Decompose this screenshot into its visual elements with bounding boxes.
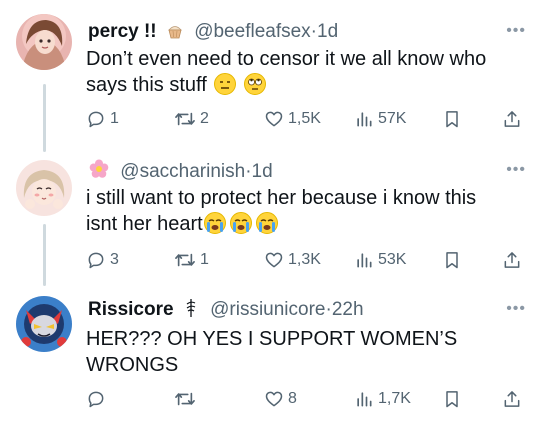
tweet-actions: 1 2 1,5K 57K — [86, 107, 526, 131]
flower-icon — [88, 158, 110, 187]
timestamp[interactable]: 1d — [317, 21, 338, 42]
retweet-count: 1 — [200, 251, 209, 268]
tweet-text-line: Don’t even need to censor it we all know… — [86, 48, 487, 70]
views-button[interactable]: 53K — [354, 248, 406, 272]
view-count: 53K — [378, 251, 407, 268]
views-button[interactable]: 57K — [354, 107, 406, 131]
tweet-text-line: isnt her heart — [86, 211, 526, 237]
bookmark-button[interactable] — [442, 107, 462, 131]
tweet-text: i still want to protect her because i kn… — [86, 185, 526, 237]
retweet-button[interactable]: 2 — [174, 107, 209, 131]
more-icon[interactable]: ••• — [506, 161, 526, 179]
bookmark-icon — [446, 111, 458, 128]
crying-face-icon — [203, 212, 226, 234]
like-button[interactable]: 1,5K — [264, 107, 321, 131]
like-button[interactable]: 1,3K — [264, 248, 321, 272]
retweet-icon — [175, 112, 195, 126]
tweet-text-line: says this stuff — [86, 72, 526, 98]
share-icon — [504, 111, 520, 127]
views-button[interactable]: 1,7K — [354, 387, 411, 411]
handle[interactable]: @saccharinish — [120, 161, 245, 182]
thread-line — [43, 84, 46, 152]
bookmark-icon — [446, 391, 458, 408]
heart-icon — [265, 391, 283, 407]
expressionless-face-icon — [214, 73, 237, 95]
crying-face-icon — [255, 212, 278, 234]
bookmark-button[interactable] — [442, 248, 462, 272]
views-icon — [357, 253, 372, 268]
tweet-header: Rissicore @rissiunicore·22h — [88, 298, 364, 325]
tweet-header: percy !! @beefleafsex·1d — [88, 20, 338, 47]
reply-icon — [88, 252, 104, 269]
bookmark-button[interactable] — [442, 387, 462, 411]
like-button[interactable]: 8 — [264, 387, 297, 411]
share-icon — [504, 391, 520, 407]
view-count: 57K — [378, 110, 407, 127]
tweet-actions: 3 1 1,3K 53K — [86, 248, 526, 272]
tweet-text: Don’t even need to censor it we all know… — [86, 46, 526, 98]
more-icon[interactable]: ••• — [506, 22, 526, 40]
tweet-text-line: WRONGS — [86, 354, 179, 376]
handle[interactable]: @beefleafsex — [194, 21, 310, 42]
timestamp[interactable]: 1d — [252, 161, 273, 182]
reply-count: 3 — [110, 251, 119, 268]
share-button[interactable] — [502, 387, 522, 411]
retweet-count: 2 — [200, 110, 209, 127]
view-count: 1,7K — [378, 390, 411, 407]
views-icon — [357, 112, 372, 127]
like-count: 1,3K — [288, 251, 321, 268]
heart-icon — [265, 252, 283, 268]
reply-count: 1 — [110, 110, 119, 127]
handle[interactable]: @rissiunicore — [210, 299, 325, 320]
reply-button[interactable]: 1 — [86, 107, 119, 131]
retweet-icon — [175, 392, 195, 406]
like-count: 8 — [288, 390, 297, 407]
tweet-text-line: i still want to protect her because i kn… — [86, 187, 477, 209]
reply-icon — [88, 111, 104, 128]
timestamp[interactable]: 22h — [332, 299, 364, 320]
face-with-rolling-eyes-icon — [243, 73, 266, 95]
avatar[interactable] — [16, 160, 72, 216]
like-count: 1,5K — [288, 110, 321, 127]
bookmark-icon — [446, 252, 458, 269]
avatar[interactable] — [16, 14, 72, 70]
share-button[interactable] — [502, 248, 522, 272]
reply-button[interactable]: 3 — [86, 248, 119, 272]
retweet-icon — [175, 253, 195, 267]
reply-button[interactable] — [86, 387, 110, 411]
avatar[interactable] — [16, 296, 72, 352]
staff-symbol-icon — [185, 298, 197, 325]
cupcake-icon — [166, 22, 184, 47]
heart-icon — [265, 111, 283, 127]
display-name[interactable]: percy !! — [88, 21, 157, 42]
share-icon — [504, 252, 520, 268]
reply-icon — [88, 391, 104, 408]
tweet-text-line: HER??? OH YES I SUPPORT WOMEN’S — [86, 328, 458, 350]
display-name[interactable]: Rissicore — [88, 299, 174, 320]
share-button[interactable] — [502, 107, 522, 131]
retweet-button[interactable] — [174, 387, 200, 411]
tweet-actions: 8 1,7K — [86, 387, 526, 411]
tweet-text: HER??? OH YES I SUPPORT WOMEN’S WRONGS — [86, 326, 526, 378]
views-icon — [357, 392, 372, 407]
crying-face-icon — [229, 212, 252, 234]
tweet-header: @saccharinish·1d — [88, 158, 273, 187]
more-icon[interactable]: ••• — [506, 300, 526, 318]
thread-line — [43, 224, 46, 286]
retweet-button[interactable]: 1 — [174, 248, 209, 272]
